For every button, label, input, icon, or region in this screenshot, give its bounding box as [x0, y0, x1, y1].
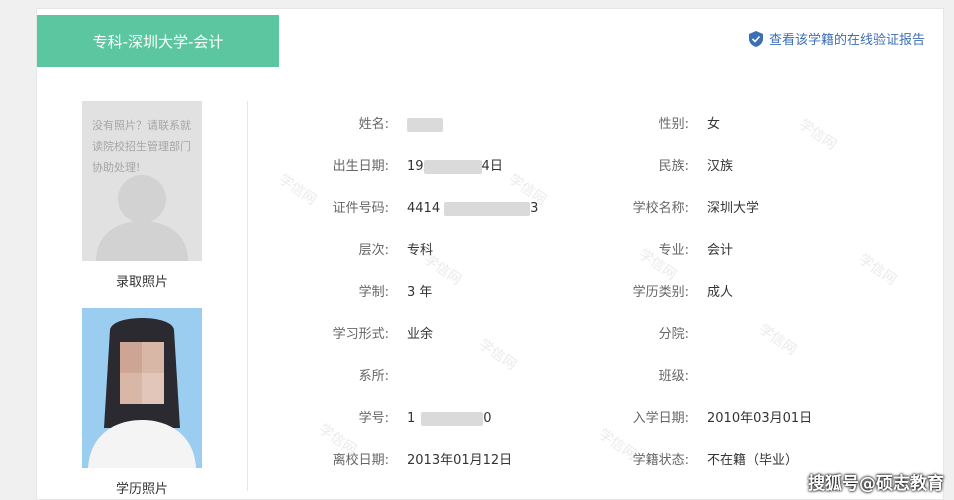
diploma-photo — [82, 308, 202, 468]
field-value: 不在籍（毕业） — [707, 453, 799, 468]
admission-photo-label: 录取照片 — [115, 275, 168, 290]
field-value: 2013年01月12日 — [407, 453, 513, 468]
admission-photo-placeholder: 没有照片？请联系就读院校招生管理部门协助处理! — [82, 101, 202, 261]
verification-report-link[interactable]: 查看该学籍的在线验证报告 — [748, 29, 925, 48]
field-value: 4414 3 — [407, 201, 539, 216]
watermark: 学信网 — [475, 336, 520, 374]
field-value: 会计 — [707, 243, 734, 258]
photo-column: 没有照片？请联系就读院校招生管理部门协助处理! 录取照片 学历照片 — [82, 101, 202, 498]
field-value: 10 — [407, 411, 492, 426]
record-title: 专科-深圳大学-会计 — [92, 32, 224, 51]
no-photo-notice: 没有照片？请联系就读院校招生管理部门协助处理! — [92, 119, 191, 174]
field-label: 学历类别: — [632, 285, 689, 300]
watermark: 学信网 — [795, 116, 840, 154]
field-label: 班级: — [658, 369, 689, 384]
record-title-tab[interactable]: 专科-深圳大学-会计 — [37, 15, 279, 67]
column-divider — [247, 101, 248, 491]
blurred-portrait-icon — [82, 308, 202, 468]
verification-report-label: 查看该学籍的在线验证报告 — [768, 33, 925, 48]
field-label: 分院: — [658, 327, 689, 342]
field-label: 民族: — [658, 159, 689, 174]
diploma-photo-label: 学历照片 — [115, 482, 168, 497]
field-value: 深圳大学 — [707, 201, 760, 216]
field-label: 离校日期: — [332, 453, 389, 468]
field-label: 姓名: — [358, 117, 389, 132]
field-label: 专业: — [658, 243, 689, 258]
field-value: 汉族 — [707, 159, 734, 174]
shield-check-icon — [748, 30, 763, 47]
field-label: 证件号码: — [332, 201, 389, 216]
field-label: 层次: — [358, 243, 389, 258]
field-label: 性别: — [658, 117, 689, 132]
field-label: 学制: — [358, 285, 389, 300]
watermark: 学信网 — [755, 321, 800, 359]
field-label: 系所: — [358, 369, 389, 384]
field-label: 学习形式: — [332, 327, 389, 342]
source-credit: 搜狐号@硕志教育 — [808, 474, 944, 494]
student-record-card: 专科-深圳大学-会计 查看该学籍的在线验证报告 没有照片？请联系就读院校招生管理… — [36, 8, 944, 500]
person-silhouette-icon — [96, 175, 188, 261]
field-value: 19 4日 — [407, 159, 503, 174]
field-value: 2010年03月01日 — [707, 411, 813, 426]
field-value: 女 — [707, 117, 721, 132]
field-label: 入学日期: — [632, 411, 689, 426]
field-value: 业余 — [407, 327, 434, 342]
field-value: 3 年 — [407, 285, 433, 300]
watermark: 学信网 — [855, 251, 900, 289]
field-value: 成人 — [707, 285, 734, 300]
field-value — [407, 115, 443, 135]
field-label: 学校名称: — [632, 201, 689, 216]
